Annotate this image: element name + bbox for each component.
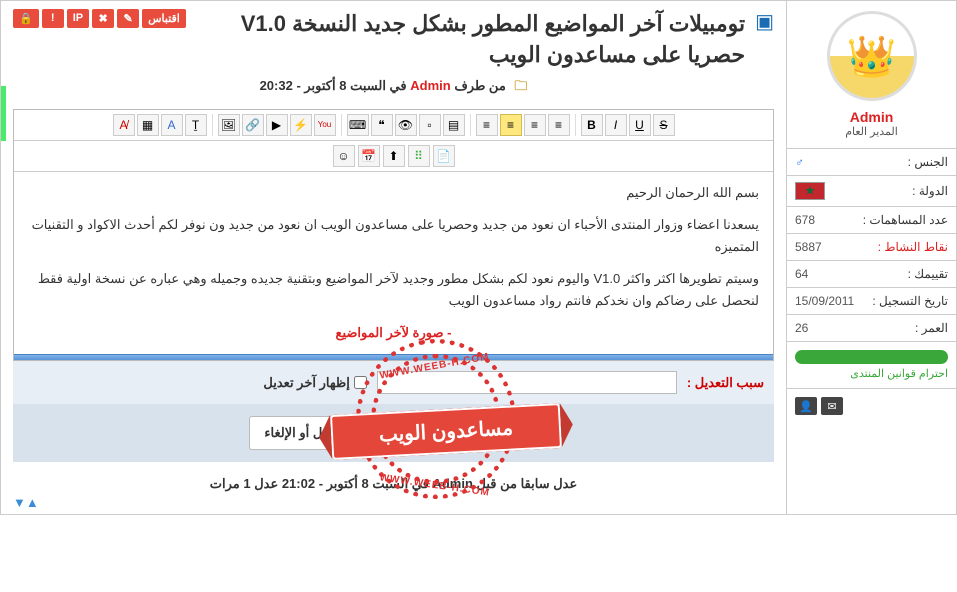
align-justify-button[interactable]: ≡ xyxy=(548,114,570,136)
content-line: يسعدنا اعضاء وزوار المنتدى الأحباء ان نع… xyxy=(28,214,759,258)
size-button[interactable]: Ṯ xyxy=(185,114,207,136)
align-center-button[interactable]: ≡ xyxy=(500,114,522,136)
topic-icon: ▣ xyxy=(755,9,774,34)
video-button[interactable]: ▶ xyxy=(266,114,288,136)
edit-history: عدل سابقا من قبل Admin في السبت 8 أكتوبر… xyxy=(13,462,774,506)
flash-button[interactable]: ⚡ xyxy=(290,114,312,136)
lock-button[interactable]: 🔒 xyxy=(13,9,39,28)
edit-reason-row: سبب التعديل : إظهار آخر تعديل xyxy=(13,361,774,404)
spoiler-button[interactable]: 👁 xyxy=(395,114,417,136)
main-content: ▣ تومبيلات آخر المواضيع المطور بشكل جديد… xyxy=(1,1,786,514)
editor-toolbar-2: ☺ 📅 ⬆ ⠿ 📄 xyxy=(14,141,773,172)
save-button[interactable]: حفظ التغييرات xyxy=(430,417,537,449)
edit-button[interactable]: ✎ xyxy=(117,9,139,28)
ip-button[interactable]: IP xyxy=(67,9,89,28)
edit-reason-input[interactable] xyxy=(377,371,677,394)
editor-content[interactable]: بسم الله الرحمان الرحيم يسعدنا اعضاء وزو… xyxy=(14,172,773,355)
edit-reason-label: سبب التعديل : xyxy=(687,375,764,391)
image-button[interactable]: 🖼 xyxy=(218,114,240,136)
align-right-button[interactable]: ≡ xyxy=(524,114,546,136)
editor: A̸ ▦ A Ṯ 🖼 🔗 ▶ ⚡ You ⌨ ❝ 👁 ▫ ▤ ≡ ≡ ≡ xyxy=(13,109,774,362)
divider xyxy=(14,354,773,360)
font-button[interactable]: A xyxy=(161,114,183,136)
info-rules: احترام قوانين المنتدى xyxy=(787,341,956,388)
more-button[interactable]: ⠿ xyxy=(408,145,430,167)
rules-progress xyxy=(795,350,948,364)
profile-button[interactable]: 👤 xyxy=(795,397,817,415)
emoji-button[interactable]: ☺ xyxy=(333,145,355,167)
user-sidebar: 👑 Admin المدير العام الجنس : ♂ الدولة : … xyxy=(786,1,956,514)
info-join: تاريخ التسجيل : 15/09/2011 xyxy=(787,287,956,314)
submit-row: حفظ التغييرات صندوق الرد كامل أو الإلغاء xyxy=(13,404,774,462)
strike-button[interactable]: S xyxy=(653,114,675,136)
author-link[interactable]: Admin xyxy=(410,78,450,93)
editor-toolbar: A̸ ▦ A Ṯ 🖼 🔗 ▶ ⚡ You ⌨ ❝ 👁 ▫ ▤ ≡ ≡ ≡ xyxy=(14,110,773,141)
removeformat-button[interactable]: A̸ xyxy=(113,114,135,136)
info-gender: الجنس : ♂ xyxy=(787,148,956,175)
underline-button[interactable]: U xyxy=(629,114,651,136)
source-button[interactable]: 📄 xyxy=(433,145,455,167)
info-posts: عدد المساهمات : 678 xyxy=(787,206,956,233)
content-line: بسم الله الرحمان الرحيم xyxy=(28,182,759,204)
delete-button[interactable]: ✖ xyxy=(92,9,114,28)
moderation-buttons: اقتباس ✎ ✖ IP ! 🔒 xyxy=(13,9,186,28)
username: Admin xyxy=(787,109,956,125)
quote-tool-button[interactable]: ❝ xyxy=(371,114,393,136)
morocco-flag-icon xyxy=(795,182,825,200)
info-age: العمر : 26 xyxy=(787,314,956,341)
date-button[interactable]: 📅 xyxy=(358,145,380,167)
color-button[interactable]: ▦ xyxy=(137,114,159,136)
full-reply-cancel-button[interactable]: صندوق الرد كامل أو الإلغاء xyxy=(249,416,420,450)
folder-icon: 🗀 xyxy=(514,78,527,93)
avatar: 👑 xyxy=(827,11,917,101)
info-country: الدولة : xyxy=(787,175,956,206)
info-rep: تقييمك : 64 xyxy=(787,260,956,287)
youtube-button[interactable]: You xyxy=(314,114,336,136)
info-activity: نقاط النشاط : 5887 xyxy=(787,233,956,260)
link-button[interactable]: 🔗 xyxy=(242,114,264,136)
post-byline: 🗀 من طرف Admin في السبت 8 أكتوبر - 20:32 xyxy=(13,77,774,99)
male-icon: ♂ xyxy=(795,155,804,169)
show-last-edit-checkbox[interactable] xyxy=(354,376,367,389)
report-button[interactable]: ! xyxy=(42,9,64,28)
quote-button[interactable]: اقتباس xyxy=(142,9,186,28)
upload-button[interactable]: ⬆ xyxy=(383,145,405,167)
new-indicator xyxy=(1,86,6,141)
show-last-edit-label[interactable]: إظهار آخر تعديل xyxy=(263,375,366,391)
align-left-button[interactable]: ≡ xyxy=(476,114,498,136)
user-role: المدير العام xyxy=(787,125,956,138)
user-action-bar: ✉ 👤 xyxy=(787,388,956,423)
table-button[interactable]: ▤ xyxy=(443,114,465,136)
hide-button[interactable]: ▫ xyxy=(419,114,441,136)
italic-button[interactable]: I xyxy=(605,114,627,136)
post-title: تومبيلات آخر المواضيع المطور بشكل جديد ا… xyxy=(192,9,745,71)
pm-button[interactable]: ✉ xyxy=(821,397,843,415)
code-button[interactable]: ⌨ xyxy=(347,114,369,136)
content-red-line: - صورة لآخر المواضيع xyxy=(28,322,759,344)
bold-button[interactable]: B xyxy=(581,114,603,136)
content-line: وسيتم تطويرها اكثر واكثر V1.0 واليوم نعو… xyxy=(28,268,759,312)
scroll-top-bottom[interactable]: ▲▼ xyxy=(13,495,39,510)
